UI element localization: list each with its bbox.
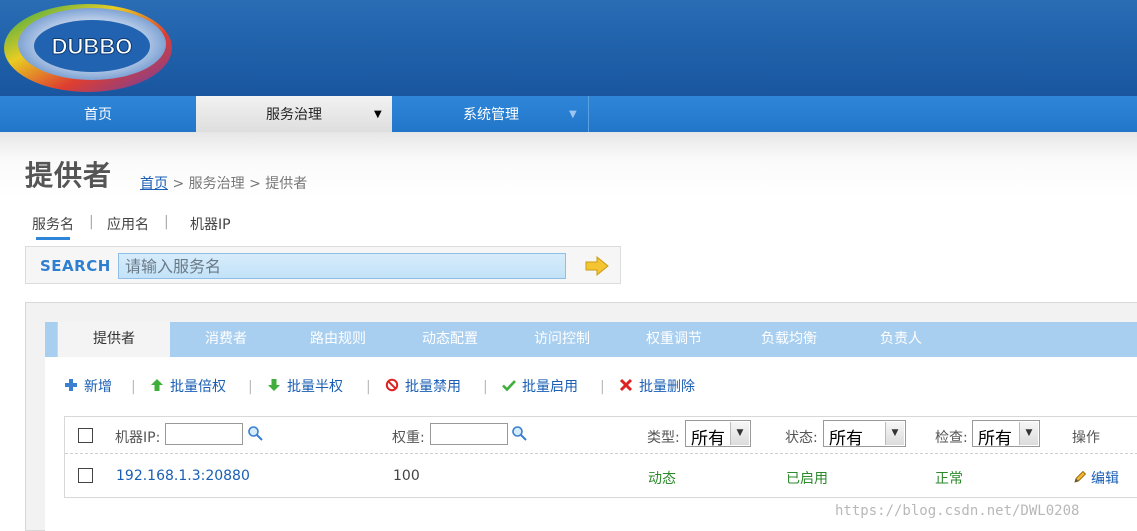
add-button[interactable]: 新增 (64, 376, 112, 398)
column-header-check: 检查: (935, 430, 968, 446)
top-header: DUBBO (0, 0, 1137, 96)
add-button-label: 新增 (84, 379, 112, 395)
edit-button-label: 编辑 (1091, 471, 1119, 487)
ip-filter-input[interactable] (165, 423, 243, 445)
provider-weight: 100 (393, 468, 420, 484)
search-tab-active-indicator (36, 237, 70, 240)
module-tabs: 提供者 消费者 路由规则 动态配置 访问控制 权重调节 负载均衡 负责人 (45, 322, 1137, 357)
breadcrumb-separator: > (168, 176, 189, 192)
toolbar-separator: | (248, 379, 253, 395)
tab-consumers[interactable]: 消费者 (170, 322, 282, 357)
weight-filter-input[interactable] (430, 423, 508, 445)
column-header-ip: 机器IP: (115, 430, 161, 446)
nav-item-system-management[interactable]: 系统管理 ▼ (393, 96, 589, 132)
batch-half-weight-label: 批量半权 (287, 379, 343, 395)
status-filter-select[interactable]: 所有 ▼ (823, 420, 906, 449)
main-nav: 首页 服务治理 ▼ 系统管理 ▼ (0, 96, 1137, 132)
cross-icon (619, 378, 633, 392)
chevron-down-icon: ▼ (885, 422, 904, 445)
breadcrumb-current: 提供者 (265, 176, 308, 192)
nav-item-home[interactable]: 首页 (0, 96, 196, 132)
search-tab-separator: | (89, 214, 94, 230)
toolbar-separator: | (131, 379, 136, 395)
column-header-weight: 权重: (392, 430, 425, 446)
type-filter-value: 所有 (691, 429, 725, 449)
table-row: 192.168.1.3:20880 100 动态 已启用 正常 编辑 (65, 455, 1137, 497)
provider-address-link[interactable]: 192.168.1.3:20880 (116, 468, 250, 484)
toolbar-separator: | (366, 379, 371, 395)
batch-enable-button[interactable]: 批量启用 (502, 376, 578, 398)
arrow-down-icon (268, 379, 280, 391)
batch-double-weight-button[interactable]: 批量倍权 (150, 376, 226, 398)
breadcrumb-separator: > (244, 176, 266, 192)
type-filter-select[interactable]: 所有 ▼ (685, 420, 751, 449)
nav-item-service-governance[interactable]: 服务治理 ▼ (196, 96, 392, 132)
batch-delete-label: 批量删除 (639, 379, 695, 395)
chevron-down-icon: ▼ (1019, 422, 1038, 445)
ban-icon (385, 378, 399, 392)
nav-item-label: 服务治理 (266, 107, 322, 123)
tab-access-control[interactable]: 访问控制 (506, 322, 618, 357)
breadcrumb: 首页 > 服务治理 > 提供者 (140, 173, 307, 193)
tab-owners[interactable]: 负责人 (848, 322, 954, 357)
tab-weights[interactable]: 权重调节 (618, 322, 730, 357)
nav-divider (588, 96, 589, 132)
table-header-row: 机器IP: 权重: 类型: 所有 ▼ 状态: 所有 ▼ 检查: 所有 ▼ 操作 (65, 417, 1137, 454)
search-icon[interactable] (511, 425, 527, 441)
search-tab-separator: | (164, 214, 169, 230)
tab-load-balance[interactable]: 负载均衡 (730, 322, 848, 357)
check-filter-value: 所有 (978, 429, 1012, 449)
provider-type: 动态 (648, 471, 676, 487)
batch-enable-label: 批量启用 (522, 379, 578, 395)
check-filter-select[interactable]: 所有 ▼ (972, 420, 1040, 449)
column-header-type: 类型: (647, 430, 680, 446)
provider-check: 正常 (935, 471, 963, 487)
toolbar-separator: | (483, 379, 488, 395)
status-filter-value: 所有 (829, 429, 863, 449)
nav-item-label: 首页 (84, 107, 112, 123)
breadcrumb-home-link[interactable]: 首页 (140, 176, 168, 192)
search-tab-machine-ip[interactable]: 机器IP (190, 214, 231, 234)
column-header-operations: 操作 (1072, 430, 1100, 446)
chevron-down-icon: ▼ (730, 422, 749, 445)
watermark: https://blog.csdn.net/DWL0208 (835, 503, 1080, 519)
tab-providers[interactable]: 提供者 (57, 322, 170, 357)
search-tab-service-name[interactable]: 服务名 (32, 214, 74, 234)
arrow-up-icon (151, 379, 163, 391)
search-bar: SEARCH (25, 246, 621, 284)
svg-text:DUBBO: DUBBO (52, 34, 133, 59)
check-icon (502, 380, 516, 392)
edit-button[interactable]: 编辑 (1073, 468, 1119, 488)
page-title: 提供者 (25, 159, 113, 192)
caret-down-icon: ▼ (569, 109, 577, 120)
search-tab-app-name[interactable]: 应用名 (107, 214, 149, 234)
pencil-icon (1074, 470, 1087, 483)
search-icon[interactable] (247, 425, 263, 441)
row-checkbox[interactable] (78, 468, 93, 483)
select-all-checkbox[interactable] (78, 428, 93, 443)
dubbo-logo: DUBBO (4, 4, 172, 92)
caret-down-icon: ▼ (374, 109, 382, 120)
toolbar-separator: | (600, 379, 605, 395)
plus-icon (65, 379, 77, 391)
nav-item-label: 系统管理 (463, 107, 519, 123)
tab-dynamic-config[interactable]: 动态配置 (394, 322, 506, 357)
search-go-arrow-icon[interactable] (584, 255, 610, 277)
search-label: SEARCH (40, 257, 111, 275)
breadcrumb-section: 服务治理 (188, 176, 245, 192)
tab-routes[interactable]: 路由规则 (282, 322, 394, 357)
provider-status: 已启用 (786, 471, 828, 487)
column-header-status: 状态: (785, 430, 818, 446)
providers-table: 机器IP: 权重: 类型: 所有 ▼ 状态: 所有 ▼ 检查: 所有 ▼ 操作 … (64, 416, 1137, 498)
batch-half-weight-button[interactable]: 批量半权 (267, 376, 343, 398)
search-input[interactable] (118, 253, 566, 279)
batch-disable-button[interactable]: 批量禁用 (385, 376, 461, 398)
batch-double-weight-label: 批量倍权 (170, 379, 226, 395)
batch-delete-button[interactable]: 批量删除 (619, 376, 695, 398)
batch-disable-label: 批量禁用 (405, 379, 461, 395)
